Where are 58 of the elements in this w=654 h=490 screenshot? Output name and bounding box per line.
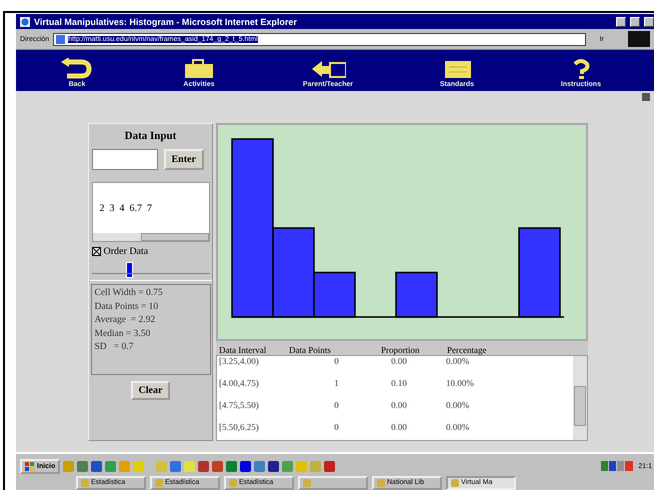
table-cell-text: 0.00 — [390, 356, 408, 366]
table-cell-text: 0.10 — [390, 378, 408, 388]
table-cell-text: [4.00,4.75) — [219, 378, 260, 388]
folder-icon — [155, 479, 163, 487]
stat-text: Data Points = 10 — [94, 300, 160, 313]
table-cell-text: [5.50,6.25) — [219, 422, 260, 432]
column-header: Percentage — [447, 345, 488, 355]
slider-thumb[interactable] — [126, 262, 134, 278]
browser-icon — [20, 16, 30, 26]
stat-text: Cell Width = 0.75 — [94, 287, 164, 300]
data-list: 2 3 4 6.7 7 — [92, 182, 210, 242]
data-input-field[interactable] — [92, 149, 158, 170]
slider-track[interactable] — [90, 261, 212, 281]
folder-icon — [451, 479, 459, 487]
table-cell-text: 0.00 — [390, 400, 408, 410]
stat-text: Median = 3.50 — [94, 328, 152, 340]
table-cell-text: 0 — [333, 356, 340, 366]
table-cell-text: 0.00% — [445, 400, 470, 410]
table-cell-text: 0.00 — [390, 422, 408, 432]
table-cell-text: 0 — [333, 400, 340, 410]
folder-icon — [81, 479, 89, 487]
clear-button[interactable]: Clear — [130, 381, 170, 400]
program-icon[interactable] — [198, 461, 210, 472]
folder-icon — [377, 479, 385, 487]
scrollbar[interactable] — [573, 356, 587, 440]
program-icon[interactable] — [91, 461, 102, 472]
tray-icons-drawing — [601, 460, 636, 472]
column-header: Data Points — [289, 345, 332, 355]
table-cell-text: 1 — [333, 378, 340, 388]
column-header: Proportion — [381, 345, 421, 355]
program-icon[interactable] — [212, 461, 224, 472]
table-cell-text: 0.00% — [445, 422, 470, 432]
windows-logo-icon — [25, 462, 35, 471]
window-title: Virtual Manipulatives: Histogram - Microsoft Internet Explorer — [34, 16, 298, 26]
program-icon[interactable] — [240, 461, 252, 472]
checkbox-label: Order Data — [104, 246, 148, 257]
maximize-button[interactable] — [630, 16, 640, 26]
stat-text: SD = 0.7 — [94, 341, 134, 354]
table-cell-text: 0 — [333, 422, 340, 432]
enter-button[interactable]: Enter — [164, 149, 204, 170]
minimize-button[interactable] — [616, 16, 626, 26]
panel-title: Data Input — [124, 130, 176, 142]
column-header: Data Interval — [219, 345, 268, 355]
program-icon[interactable] — [324, 461, 336, 472]
folder-icon — [229, 479, 237, 487]
histogram-bar — [395, 272, 438, 318]
program-icon[interactable] — [268, 461, 280, 472]
taskbar-button[interactable] — [298, 476, 368, 490]
table-cell-text: [3.25,4.00) — [219, 356, 260, 366]
table-cell-text: [4.75,5.50) — [219, 400, 260, 410]
logo-icon — [628, 31, 650, 47]
page-icon — [56, 34, 66, 44]
close-button[interactable] — [644, 16, 654, 26]
checkbox[interactable] — [92, 247, 100, 256]
stat-text: Average = 2.92 — [94, 314, 156, 326]
table-cell-text: 10.00% — [445, 378, 475, 388]
folder-icon — [303, 479, 311, 487]
table-cell-text: 0.00% — [445, 356, 470, 366]
